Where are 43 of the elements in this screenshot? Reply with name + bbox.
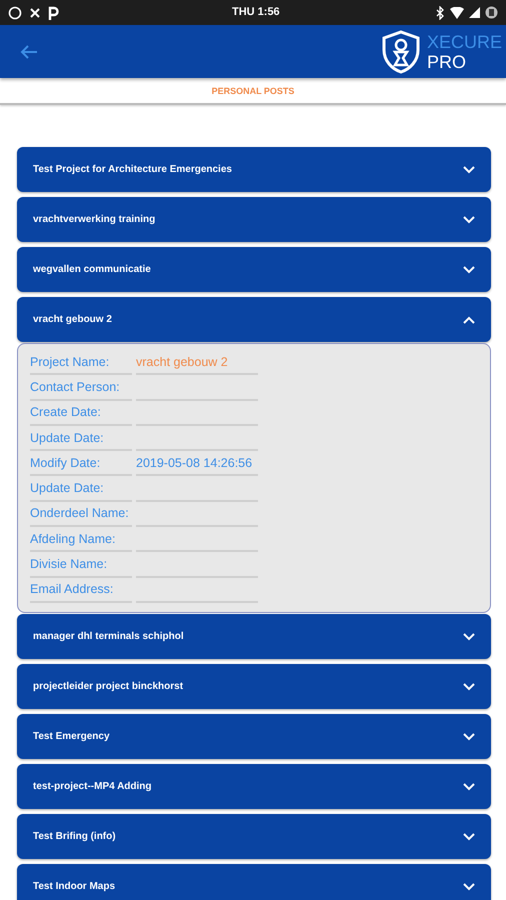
chevron-icon (463, 316, 475, 324)
chevron-icon (463, 882, 475, 890)
back-arrow-icon[interactable] (20, 44, 38, 60)
chevron-icon (463, 266, 475, 274)
accordion-header[interactable]: Test Indoor Maps (17, 864, 491, 900)
chevron-icon (463, 632, 475, 640)
field-label: Contact Person: (30, 375, 132, 401)
accordion-header[interactable]: test-project--MP4 Adding (17, 764, 491, 809)
accordion-header[interactable]: Test Emergency (17, 714, 491, 759)
field-label: Afdeling Name: (30, 527, 132, 552)
chevron-icon (463, 732, 475, 740)
field-label: Modify Date: (30, 451, 132, 476)
p-letter-icon (48, 6, 59, 20)
chevron-icon (463, 782, 475, 790)
accordion-header[interactable]: manager dhl terminals schiphol (17, 614, 491, 659)
field-value: vracht gebouw 2 (136, 350, 258, 376)
chevron-icon (463, 832, 475, 840)
field-label: Update Date: (30, 476, 132, 502)
wifi-icon (450, 6, 464, 18)
chevron-icon (463, 682, 475, 690)
chevron-icon (463, 166, 475, 174)
status-time: THU 1:56 (232, 6, 280, 18)
field-label: Create Date: (30, 400, 132, 426)
field-label: Project Name: (30, 350, 132, 376)
chevron-icon (463, 216, 475, 224)
field-label: Onderdeel Name: (30, 502, 132, 528)
accordion-header[interactable]: Test Project for Architecture Emergencies (17, 147, 491, 192)
accordion-header[interactable]: vracht gebouw 2 (17, 297, 491, 342)
field-label: Email Address: (30, 578, 132, 603)
battery-icon (485, 6, 498, 19)
accordion-header[interactable]: projectleider project binckhorst (17, 664, 491, 709)
field-value: 2019-05-08 14:26:56 (136, 451, 258, 476)
bluetooth-icon (435, 6, 445, 20)
logo-text: XECURE (426, 32, 502, 52)
signal-icon (469, 7, 480, 18)
accordion-header[interactable]: vrachtverwerking training (17, 197, 491, 242)
logo-text: PRO (426, 52, 467, 72)
shield-logo-icon (380, 30, 421, 74)
accordion-header[interactable]: wegvallen communicatie (17, 247, 491, 292)
accordion-header[interactable]: Test Brifing (info) (17, 814, 491, 859)
field-label: Divisie Name: (30, 552, 132, 578)
field-label: Update Date: (30, 426, 132, 452)
close-icon (30, 8, 40, 18)
